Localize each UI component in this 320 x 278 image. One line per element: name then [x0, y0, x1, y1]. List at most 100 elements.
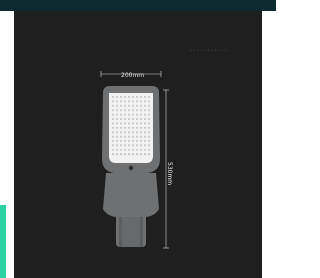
led-dot [135, 100, 139, 103]
led-dot [147, 131, 151, 134]
led-dot [139, 148, 143, 151]
led-dot [115, 113, 119, 116]
led-dot [147, 117, 151, 121]
led-dot [111, 122, 115, 125]
led-dot [143, 113, 147, 116]
led-dot [127, 144, 131, 147]
led-dot [139, 109, 143, 112]
top-bar [0, 0, 276, 11]
led-dot [143, 126, 147, 129]
led-dot [147, 122, 151, 125]
led-dot [131, 148, 135, 151]
led-dot [115, 126, 119, 129]
led-dot [143, 148, 147, 151]
led-dot [119, 144, 123, 147]
led-dot [115, 104, 119, 107]
led-dot [115, 117, 119, 121]
led-dot [115, 139, 119, 143]
led-dot [115, 148, 119, 151]
led-dot [135, 131, 139, 134]
side-accent-stripe [0, 205, 6, 278]
led-dot [123, 117, 127, 121]
led-dot [131, 109, 135, 112]
led-dot [135, 148, 139, 151]
led-dot [147, 113, 151, 116]
led-dot [139, 95, 143, 99]
led-dot [147, 95, 151, 99]
led-dot [123, 135, 127, 138]
led-dot [115, 144, 119, 147]
led-dot [139, 139, 143, 143]
led-dot [115, 131, 119, 134]
led-dot [135, 144, 139, 147]
led-dot [131, 104, 135, 107]
led-dot [127, 135, 131, 138]
led-dot [119, 122, 123, 125]
led-dot [115, 135, 119, 138]
led-dot [127, 109, 131, 112]
led-dot [123, 148, 127, 151]
led-dot [143, 153, 147, 156]
led-dot [139, 100, 143, 103]
led-dot [143, 122, 147, 125]
led-dot [115, 109, 119, 112]
led-dot [143, 109, 147, 112]
led-dot [143, 135, 147, 138]
led-dot [135, 139, 139, 143]
led-dot [127, 100, 131, 103]
led-dot [147, 104, 151, 107]
led-dot [127, 153, 131, 156]
led-dot [123, 122, 127, 125]
led-dot [139, 144, 143, 147]
led-dot [127, 113, 131, 116]
led-dot [131, 135, 135, 138]
led-dot [119, 95, 123, 99]
led-dot [131, 122, 135, 125]
led-dot [127, 131, 131, 134]
led-dot [143, 131, 147, 134]
led-dot [119, 113, 123, 116]
led-dot [131, 139, 135, 143]
watermark: • • • • • • • • • • • [190, 48, 228, 52]
led-dot [127, 104, 131, 107]
mounting-arm-highlight [122, 217, 140, 247]
led-dot [119, 131, 123, 134]
led-dot [127, 95, 131, 99]
led-dot [111, 100, 115, 103]
led-dot [123, 139, 127, 143]
light-sensor [128, 165, 134, 171]
led-dot [111, 135, 115, 138]
height-dimension-label: 530mm [166, 162, 173, 186]
led-dot [135, 104, 139, 107]
product-image: 200mm 530mm • • • • • • • • • • • [14, 11, 262, 278]
led-dot [127, 122, 131, 125]
led-dot [111, 117, 115, 121]
led-dot [139, 113, 143, 116]
led-dot [139, 135, 143, 138]
led-panel [109, 93, 153, 163]
led-dot [143, 144, 147, 147]
led-dot [135, 113, 139, 116]
led-dot [135, 135, 139, 138]
led-dot [139, 104, 143, 107]
led-dot [111, 153, 115, 156]
led-dot [111, 104, 115, 107]
led-dot [119, 100, 123, 103]
led-dot [135, 117, 139, 121]
led-dot [131, 153, 135, 156]
led-dot [131, 113, 135, 116]
led-dot [127, 148, 131, 151]
led-dot [111, 109, 115, 112]
led-dot [123, 95, 127, 99]
led-dot [115, 153, 119, 156]
led-dot [147, 135, 151, 138]
led-dot [111, 113, 115, 116]
led-dot [119, 109, 123, 112]
led-dot [135, 153, 139, 156]
led-dot [111, 148, 115, 151]
led-dot [123, 126, 127, 129]
led-dot [123, 153, 127, 156]
led-dot [143, 139, 147, 143]
led-dot [131, 117, 135, 121]
led-dot [143, 100, 147, 103]
